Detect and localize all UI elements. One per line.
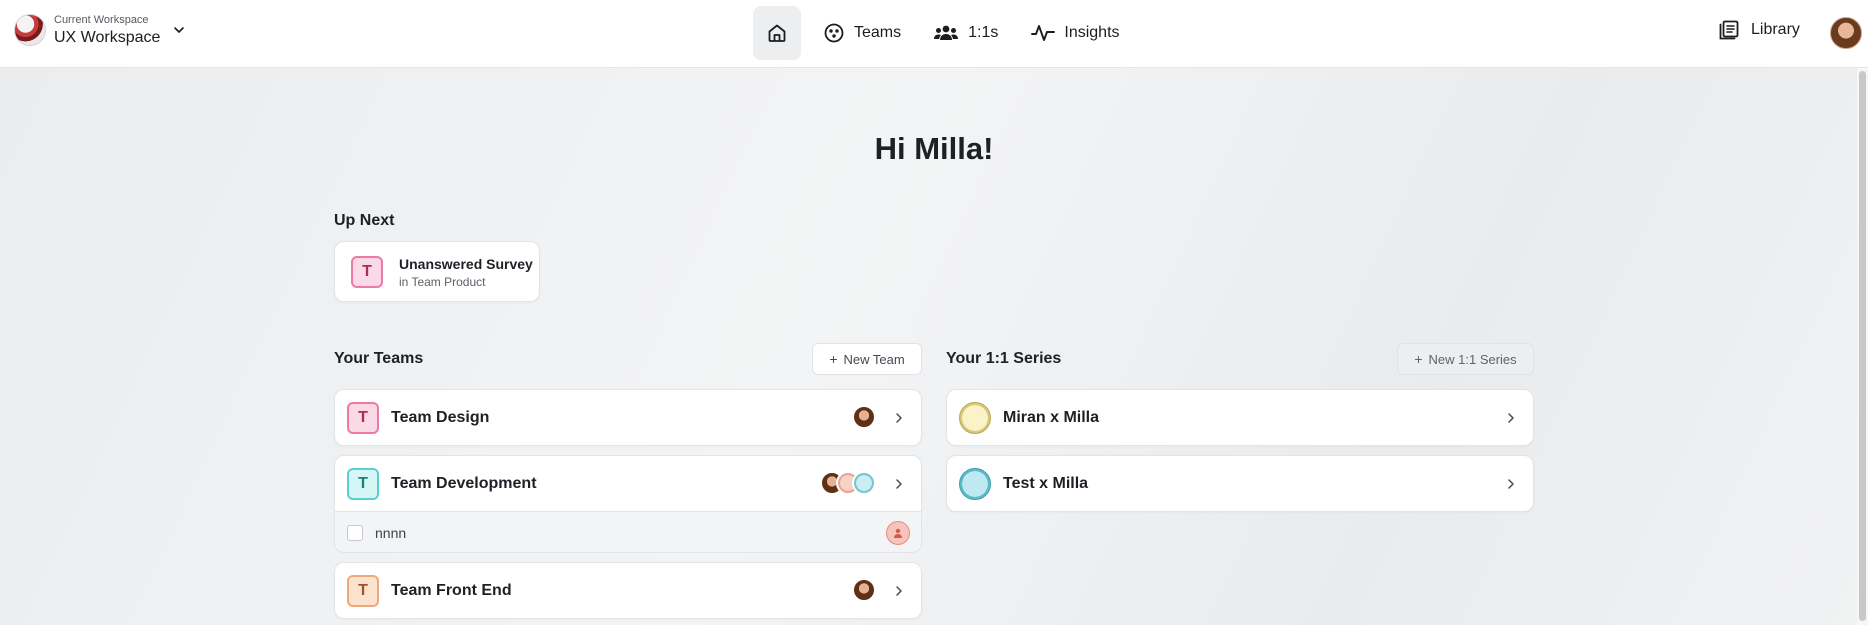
home-icon [768,24,786,42]
series-heading: Your 1:1 Series [946,350,1062,367]
workspace-logo [14,14,46,46]
series-name: Miran x Milla [1003,409,1100,426]
team-badge: T [347,575,379,607]
library-link[interactable]: Library [1718,19,1800,41]
series-name: Test x Milla [1003,475,1089,492]
member-avatar [852,471,876,495]
teams-heading: Your Teams [334,350,424,367]
assignee-icon [886,521,910,545]
series-avatar [959,468,991,500]
team-card-front-end[interactable]: T Team Front End [334,562,922,619]
team-subtask-row[interactable]: nnnn [334,512,922,553]
library-icon [1719,20,1739,40]
plus-icon: + [1414,351,1423,367]
up-next-card[interactable]: T Unanswered Survey in Team Product [334,241,540,302]
teams-icon [824,23,844,43]
people-icon [934,25,959,40]
subtask-checkbox[interactable] [347,525,363,541]
team-card-design[interactable]: T Team Design [334,389,922,446]
nav-teams[interactable]: Teams [823,6,901,60]
member-avatar [852,405,876,429]
team-name: Team Front End [391,582,512,599]
subtask-label: nnnn [375,525,407,541]
team-card-development[interactable]: T Team Development [334,455,922,512]
chevron-right-icon [1508,479,1514,489]
team-name: Team Design [391,409,490,426]
plus-icon: + [829,351,838,367]
top-bar: Current Workspace UX Workspace Teams 1:1… [0,0,1868,68]
workspace-label: Current Workspace [54,13,149,26]
nav-one-on-ones[interactable]: 1:1s [933,6,998,60]
nav-home[interactable] [753,6,801,60]
page-title: Hi Milla! [874,131,994,166]
nav-insights[interactable]: Insights [1031,6,1120,60]
nav-one-on-ones-label: 1:1s [968,24,999,41]
workspace-switcher[interactable]: Current Workspace UX Workspace [14,14,186,46]
library-label: Library [1751,21,1800,38]
pulse-icon [1031,25,1056,41]
team-badge: T [347,402,379,434]
chevron-right-icon [896,586,902,596]
new-series-label: New 1:1 Series [1428,351,1517,367]
chevron-right-icon [896,413,902,423]
up-next-heading: Up Next [334,212,395,229]
up-next-subtitle: in Team Product [399,275,486,289]
chevron-right-icon [896,479,902,489]
chevron-down-icon [174,27,185,33]
team-badge: T [347,468,379,500]
series-card-miran[interactable]: Miran x Milla [946,389,1534,446]
up-next-title: Unanswered Survey [399,256,533,272]
series-card-test[interactable]: Test x Milla [946,455,1534,512]
nav-insights-label: Insights [1064,24,1120,41]
new-team-label: New Team [843,351,905,367]
new-series-button[interactable]: + New 1:1 Series [1397,343,1534,375]
nav-teams-label: Teams [854,24,902,41]
main-nav: Teams 1:1s Insights [753,6,1120,60]
team-badge: T [351,256,383,288]
new-team-button[interactable]: + New Team [812,343,922,375]
team-name: Team Development [391,475,537,492]
person-icon [894,528,902,538]
series-avatar [959,402,991,434]
workspace-name: UX Workspace [54,28,161,46]
user-avatar[interactable] [1830,17,1862,49]
member-avatar [852,578,876,602]
chevron-right-icon [1508,413,1514,423]
